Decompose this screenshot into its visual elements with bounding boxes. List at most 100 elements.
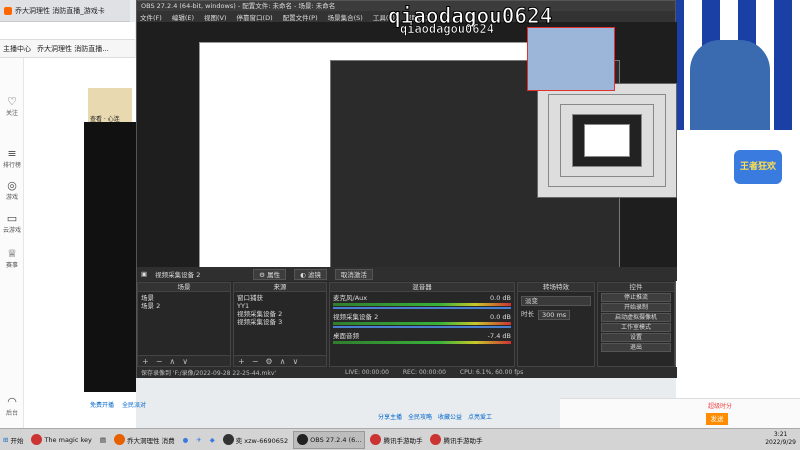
taskbar-item[interactable]: ●: [180, 431, 192, 449]
mixer-channel: 桌面音频 -7.4 dB: [333, 332, 511, 340]
studio-mode-button[interactable]: 工作室模式: [601, 323, 671, 332]
gift-bar: 免费开播 全民派对: [90, 400, 146, 409]
move-up-icon[interactable]: ∧: [169, 357, 175, 366]
add-icon[interactable]: +: [142, 357, 149, 366]
source-item[interactable]: 视频采集设备 3: [237, 318, 323, 326]
headset-icon: ◠: [7, 395, 17, 408]
nav-item-follow[interactable]: ♡ 关注: [0, 95, 24, 118]
browser-icon: [114, 434, 126, 445]
deactivate-button[interactable]: 取消激活: [334, 268, 373, 280]
nav-item-events[interactable]: ♕ 赛事: [0, 248, 24, 270]
address-bar[interactable]: [0, 22, 135, 40]
gift-bar-right: 分享主播 全民攻略 收藏公益 点亮爱工: [378, 412, 492, 421]
audio-meter: [333, 341, 511, 344]
scene-item[interactable]: 场景: [141, 294, 227, 302]
scenes-dock-title: 场景: [138, 283, 230, 292]
taskbar-item-obs[interactable]: OBS 27.2.4 (6...: [293, 430, 366, 449]
bookmark-item[interactable]: 乔大洞理性 消防直播...: [37, 44, 109, 54]
camera-icon: ▣: [141, 270, 148, 278]
taskbar-item[interactable]: ▤: [97, 431, 109, 449]
remove-icon[interactable]: −: [252, 357, 259, 366]
send-button[interactable]: 发送: [706, 413, 728, 425]
stop-stream-button[interactable]: 停止推流: [601, 293, 671, 302]
taskbar-item[interactable]: The magic key: [28, 431, 94, 449]
right-chat-panel: 王者狂欢: [676, 130, 800, 428]
streamer-webcam: [690, 40, 770, 130]
remove-icon[interactable]: −: [156, 357, 163, 366]
volume-slider[interactable]: [333, 307, 511, 309]
transition-select[interactable]: 淡变: [521, 296, 591, 306]
scenes-dock: 场景 场景 场景 2 + − ∧ ∨: [137, 282, 231, 367]
music-icon: [31, 434, 43, 445]
menu-view[interactable]: 视图(V): [204, 12, 227, 22]
chat-hint: 超级时分: [708, 403, 733, 410]
menu-file[interactable]: 文件(F): [140, 12, 162, 22]
taskbar-item[interactable]: 乔大洞理性 消费: [111, 431, 178, 449]
gift-item[interactable]: 点亮爱工: [468, 412, 492, 421]
taskbar-item[interactable]: ◆: [207, 431, 218, 449]
browser-tab[interactable]: 乔大洞理性 消防直播_游戏卡: [0, 0, 130, 22]
source-item[interactable]: YY1: [237, 302, 323, 310]
taskbar-item[interactable]: 腾讯手游助手: [427, 431, 485, 449]
browser-tab-strip: 乔大洞理性 消防直播_游戏卡: [0, 0, 130, 22]
exit-button[interactable]: 退出: [601, 343, 671, 352]
menu-scene-collection[interactable]: 场景集合(S): [328, 12, 363, 22]
game-icon: ◎: [7, 179, 17, 192]
audio-meter: [333, 303, 511, 306]
gift-item[interactable]: 收藏公益: [438, 412, 462, 421]
taskbar-item[interactable]: 腾讯手游助手: [367, 431, 425, 449]
taskbar: ⊞ 开始 The magic key ▤ 乔大洞理性 消费 ● ✈ ◆ 奕 xzw…: [0, 428, 800, 450]
nav-item-backstage[interactable]: ◠ 后台: [0, 395, 24, 418]
transitions-dock-title: 转场特效: [518, 283, 594, 292]
event-badge[interactable]: 王者狂欢: [734, 150, 782, 184]
preview-nested-obs: [330, 60, 677, 270]
start-recording-button[interactable]: 开始录制: [601, 303, 671, 312]
gift-item[interactable]: 全民派对: [122, 400, 146, 409]
gear-icon: ⚙: [259, 270, 265, 279]
gift-item[interactable]: 分享主播: [378, 412, 402, 421]
source-item[interactable]: 窗口捕获: [237, 294, 323, 302]
app-icon: ◆: [209, 435, 215, 444]
heart-icon: ♡: [7, 95, 17, 108]
nav-item-game[interactable]: ◎ 游戏: [0, 179, 24, 202]
menu-edit[interactable]: 编辑(E): [172, 12, 194, 22]
transitions-dock: 转场特效 淡变 时长 300 ms: [517, 282, 595, 367]
app-icon: ✈: [196, 435, 202, 444]
stream-video[interactable]: [84, 122, 136, 392]
filters-button[interactable]: ◐ 滤镜: [294, 268, 327, 280]
move-down-icon[interactable]: ∨: [292, 357, 298, 366]
add-icon[interactable]: +: [238, 357, 245, 366]
volume-slider[interactable]: [333, 326, 511, 328]
app-icon: [222, 434, 234, 445]
move-down-icon[interactable]: ∨: [182, 357, 188, 366]
chat-input-area: 超级时分 发送: [560, 398, 800, 428]
sources-dock: 来源 窗口捕获 YY1 视频采集设备 2 视频采集设备 3 + − ⚙ ∧ ∨: [233, 282, 327, 367]
scene-item[interactable]: 场景 2: [141, 302, 227, 310]
move-up-icon[interactable]: ∧: [280, 357, 286, 366]
system-clock[interactable]: 3:21 2022/9/29: [765, 431, 796, 447]
start-button[interactable]: ⊞ 开始: [0, 431, 26, 449]
mixer-channel: 麦克风/Aux 0.0 dB: [333, 294, 511, 302]
gift-item[interactable]: 全民攻略: [408, 412, 432, 421]
virtual-camera-button[interactable]: 启动虚拟摄像机: [601, 313, 671, 322]
ranking-icon: ≡: [7, 147, 17, 160]
webcam-preview-box: [527, 27, 615, 91]
gear-icon[interactable]: ⚙: [265, 357, 272, 366]
mixer-dock-title: 混音器: [330, 283, 514, 292]
gift-item[interactable]: 免费开播: [90, 400, 114, 409]
taskbar-item[interactable]: ✈: [193, 431, 204, 449]
settings-button[interactable]: 设置: [601, 333, 671, 342]
menu-docks[interactable]: 停靠窗口(D): [237, 12, 273, 22]
menu-profile[interactable]: 配置文件(P): [283, 12, 318, 22]
nav-item-cloud-game[interactable]: ▭ 云游戏: [0, 213, 24, 235]
taskbar-item[interactable]: 奕 xzw-6690652: [220, 431, 291, 449]
duration-input[interactable]: 300 ms: [538, 310, 571, 320]
source-item[interactable]: 视频采集设备 2: [237, 310, 323, 318]
properties-button[interactable]: ⚙ 属性: [253, 268, 287, 280]
bookmark-item[interactable]: 主播中心: [3, 44, 31, 54]
obs-icon: [297, 434, 309, 445]
preview-tunnel: [537, 83, 677, 198]
mixer-channel: 视频采集设备 2 0.0 dB: [333, 313, 511, 321]
nav-item-ranking[interactable]: ≡ 排行榜: [0, 147, 24, 170]
recording-path: 保存录像到 'F:/录像/2022-09-28 22-25-44.mkv': [141, 370, 277, 377]
